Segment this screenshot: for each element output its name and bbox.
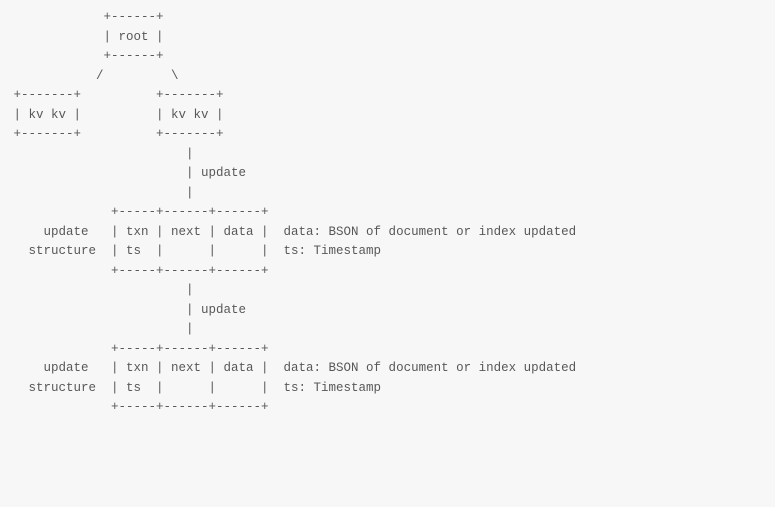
ascii-diagram: +------+ | root | +------+ / \ +-------+… bbox=[6, 8, 769, 418]
